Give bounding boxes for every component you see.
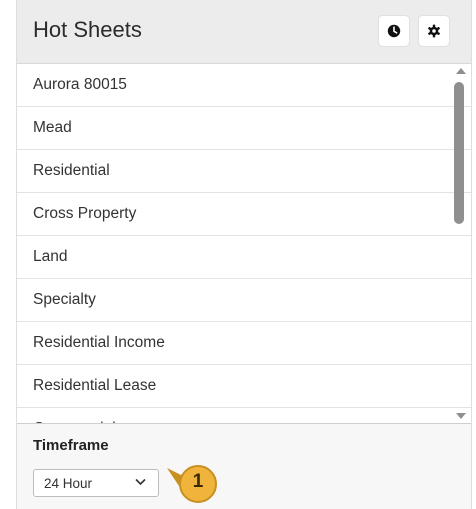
list-item[interactable]: Mead [17, 107, 471, 150]
timeframe-select[interactable]: 24 Hour [33, 469, 159, 497]
list-item[interactable]: Specialty [17, 279, 471, 322]
gear-icon [428, 24, 440, 38]
hot-sheets-panel: Hot Sheets Aurora 80015 Mead Residential… [16, 0, 472, 509]
chevron-down-icon [135, 478, 146, 486]
clock-icon [387, 24, 401, 38]
scroll-down-arrow-icon[interactable] [456, 413, 466, 419]
list-item[interactable]: Cross Property [17, 193, 471, 236]
timeframe-label: Timeframe [33, 437, 109, 454]
hot-sheet-list[interactable]: Aurora 80015 Mead Residential Cross Prop… [17, 64, 471, 423]
list-item[interactable]: Residential Income [17, 322, 471, 365]
panel-title: Hot Sheets [33, 17, 142, 42]
scroll-up-arrow-icon[interactable] [456, 68, 466, 74]
settings-button[interactable] [419, 16, 449, 46]
list-item[interactable]: Residential Lease [17, 365, 471, 408]
callout-number: 1 [192, 471, 204, 492]
timeframe-section: Timeframe 24 Hour 1 [17, 423, 471, 509]
history-button[interactable] [379, 16, 409, 46]
timeframe-selected-value: 24 Hour [44, 476, 93, 491]
list-scrollbar[interactable] [451, 64, 471, 423]
scroll-thumb[interactable] [454, 82, 464, 224]
list-item[interactable]: Residential [17, 150, 471, 193]
list-item[interactable]: Land [17, 236, 471, 279]
list-item[interactable]: Commercial [17, 408, 471, 423]
panel-header: Hot Sheets [17, 0, 471, 64]
list-item[interactable]: Aurora 80015 [17, 64, 471, 107]
